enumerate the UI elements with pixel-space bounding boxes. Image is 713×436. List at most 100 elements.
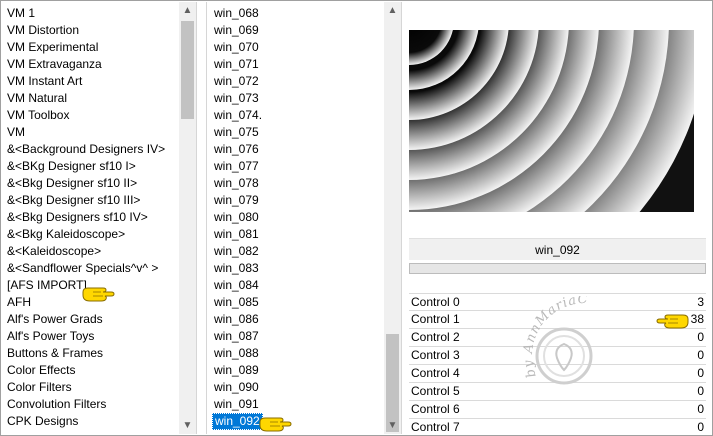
filter-item[interactable]: win_083 (207, 260, 384, 277)
control-value[interactable]: 0 (697, 383, 704, 400)
scroll-down-icon[interactable]: ▼ (384, 417, 401, 434)
category-item[interactable]: &<Bkg Designers sf10 IV> (2, 209, 179, 226)
category-label: VM Distortion (7, 23, 80, 37)
control-row[interactable]: Control 4 0 (409, 365, 706, 383)
filter-item[interactable]: win_089 (207, 362, 384, 379)
filter-item[interactable]: win_085 (207, 294, 384, 311)
category-label: Convolution Filters (7, 397, 107, 411)
category-item[interactable]: VM 1 (2, 5, 179, 22)
filter-item[interactable]: win_073 (207, 90, 384, 107)
filter-item[interactable]: win_075 (207, 124, 384, 141)
filter-label: win_079 (214, 193, 259, 207)
control-label: Control 0 (411, 295, 460, 309)
category-label: VM Experimental (7, 40, 99, 54)
control-value[interactable]: 0 (697, 419, 704, 436)
control-value[interactable]: 38 (691, 311, 704, 328)
category-item[interactable]: VM Distortion (2, 22, 179, 39)
filter-item[interactable]: win_084 (207, 277, 384, 294)
control-value[interactable]: 0 (697, 401, 704, 418)
filter-item-selected[interactable]: win_092 (207, 413, 384, 430)
control-row[interactable]: Control 7 0 (409, 419, 706, 436)
category-item[interactable]: VM (2, 124, 179, 141)
category-item[interactable]: Alf's Power Grads (2, 311, 179, 328)
scroll-down-icon[interactable]: ▼ (179, 417, 196, 434)
filter-label: win_072 (214, 74, 259, 88)
category-item[interactable]: Color Filters (2, 379, 179, 396)
control-row[interactable]: Control 2 0 (409, 329, 706, 347)
category-scrollbar[interactable]: ▲ ▼ (179, 2, 196, 434)
pointing-hand-icon (82, 287, 115, 302)
category-item[interactable]: &<Bkg Kaleidoscope> (2, 226, 179, 243)
category-item[interactable]: Buttons & Frames (2, 345, 179, 362)
scroll-thumb[interactable] (181, 21, 194, 119)
category-item[interactable]: Alf's Power Toys (2, 328, 179, 345)
filter-item[interactable]: win_071 (207, 56, 384, 73)
control-label: Control 5 (411, 384, 460, 398)
control-row[interactable]: Control 0 3 (409, 293, 706, 311)
category-item[interactable]: &<BKg Designer sf10 I> (2, 158, 179, 175)
filter-item[interactable]: win_070 (207, 39, 384, 56)
filter-label: win_068 (214, 6, 259, 20)
control-row[interactable]: Control 3 0 (409, 347, 706, 365)
control-value[interactable]: 0 (697, 347, 704, 364)
filter-label: win_073 (214, 91, 259, 105)
category-item[interactable]: VM Experimental (2, 39, 179, 56)
filter-item[interactable]: win_072 (207, 73, 384, 90)
filter-label: win_088 (214, 346, 259, 360)
filter-label: win_075 (214, 125, 259, 139)
control-label: Control 3 (411, 348, 460, 362)
category-item[interactable]: VM Toolbox (2, 107, 179, 124)
scroll-up-icon[interactable]: ▲ (179, 2, 196, 19)
category-item[interactable]: &<Bkg Designer sf10 III> (2, 192, 179, 209)
filter-item[interactable]: win_074. (207, 107, 384, 124)
filter-item[interactable]: win_080 (207, 209, 384, 226)
control-label: Control 2 (411, 330, 460, 344)
category-item[interactable]: Color Effects (2, 362, 179, 379)
scroll-up-icon[interactable]: ▲ (384, 2, 401, 19)
category-item[interactable]: VM Instant Art (2, 73, 179, 90)
category-label: VM Instant Art (7, 74, 83, 88)
control-row[interactable]: Control 6 0 (409, 401, 706, 419)
filter-item[interactable]: win_091 (207, 396, 384, 413)
category-item[interactable]: &<Sandflower Specials^v^ > (2, 260, 179, 277)
filter-preview (409, 30, 706, 212)
pointing-hand-icon (656, 314, 689, 329)
filter-label: win_092 (212, 413, 263, 430)
filter-item[interactable]: win_081 (207, 226, 384, 243)
filter-list[interactable]: win_068 win_069 win_070 win_071 win_072 win_0… (206, 2, 402, 434)
category-item[interactable]: &<Background Designers IV> (2, 141, 179, 158)
filter-item[interactable]: win_088 (207, 345, 384, 362)
control-value[interactable]: 3 (697, 294, 704, 311)
filter-item[interactable]: win_069 (207, 22, 384, 39)
control-value[interactable]: 0 (697, 329, 704, 346)
category-item[interactable]: VM Natural (2, 90, 179, 107)
filter-scrollbar[interactable]: ▲ ▼ (384, 2, 401, 434)
control-row[interactable]: Control 5 0 (409, 383, 706, 401)
filter-item[interactable]: win_082 (207, 243, 384, 260)
filter-item[interactable]: win_090 (207, 379, 384, 396)
category-label: &<Bkg Designer sf10 III> (7, 193, 141, 207)
progress-bar (409, 263, 706, 274)
filter-item[interactable]: win_087 (207, 328, 384, 345)
filter-item[interactable]: win_079 (207, 192, 384, 209)
filter-item[interactable]: win_077 (207, 158, 384, 175)
filter-label: win_086 (214, 312, 259, 326)
category-items: VM 1 VM Distortion VM Experimental VM Extra… (2, 5, 179, 430)
preview-image (409, 30, 706, 212)
filter-items: win_068 win_069 win_070 win_071 win_072 win_0… (207, 5, 384, 430)
category-item[interactable]: &<Kaleidoscope> (2, 243, 179, 260)
category-item[interactable]: VM Extravaganza (2, 56, 179, 73)
filter-item[interactable]: win_086 (207, 311, 384, 328)
category-item[interactable]: CPK Designs (2, 413, 179, 430)
control-value[interactable]: 0 (697, 365, 704, 382)
filter-item[interactable]: win_078 (207, 175, 384, 192)
category-label: Color Filters (7, 380, 72, 394)
filter-item[interactable]: win_076 (207, 141, 384, 158)
category-label: &<Sandflower Specials^v^ > (7, 261, 159, 275)
filter-label: win_076 (214, 142, 259, 156)
category-item[interactable]: Convolution Filters (2, 396, 179, 413)
category-item[interactable]: &<Bkg Designer sf10 II> (2, 175, 179, 192)
filter-item[interactable]: win_068 (207, 5, 384, 22)
category-list[interactable]: VM 1 VM Distortion VM Experimental VM Extra… (2, 2, 197, 434)
category-label: VM Natural (7, 91, 68, 105)
